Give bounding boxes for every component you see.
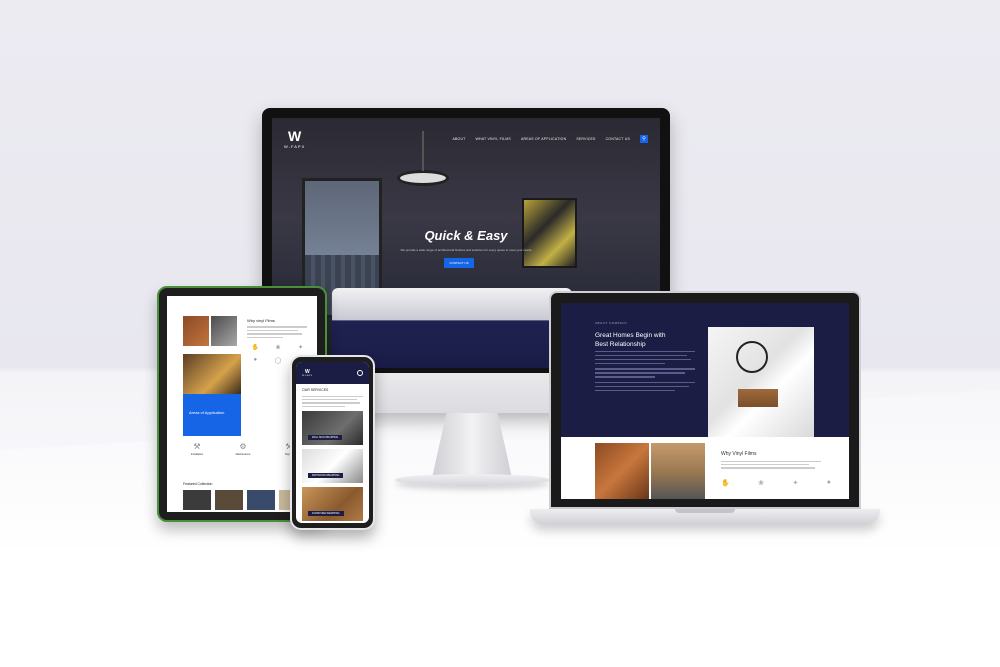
leaf-icon: ❀ (275, 345, 281, 351)
laptop-screen: ABOUT COMPANY Great Homes Begin with Bes… (561, 303, 849, 499)
monitor-stand-base (395, 474, 550, 486)
tablet-featured-title: Featured Collection (183, 482, 213, 486)
tablet-service-label: Maintenance (235, 453, 251, 456)
desktop-nav: ABOUT WHAT VINYL FILMS AREAS OF APPLICAT… (452, 135, 648, 143)
desktop-logo[interactable]: W W-FAPX (284, 129, 305, 149)
why-wood-image-2 (651, 443, 705, 499)
why-wood-image-1 (595, 443, 649, 499)
nav-item-about[interactable]: ABOUT (452, 137, 465, 141)
about-kicker: ABOUT COMPANY (595, 321, 628, 325)
phone-card-label: WALL SKIN WRAPPING (308, 434, 343, 440)
nav-item-areas[interactable]: AREAS OF APPLICATION (521, 137, 566, 141)
phone-section-text (296, 396, 369, 407)
phone-logo[interactable]: W W-FAPX (302, 368, 313, 377)
swatch[interactable] (247, 490, 275, 510)
tablet-wood-image (183, 316, 209, 346)
leaf-icon: ❀ (758, 480, 765, 487)
hand-icon: ✋ (721, 480, 730, 487)
phone-service-card[interactable]: FURNITURE WRAPPING (302, 486, 363, 521)
gear-icon: ⚙ (239, 442, 247, 451)
drop-icon: ● (826, 479, 831, 486)
why-vinyl-icons: ✋ ❀ ✦ ● (721, 479, 831, 487)
about-bathroom-image (708, 327, 814, 437)
phone-service-card[interactable]: WALL SKIN WRAPPING (302, 410, 363, 445)
hero-subtitle: We provide a wide range of architectural… (400, 248, 532, 252)
tablet-swatches (183, 490, 307, 510)
tablet-services: ⚒ Installation ⚙ Maintenance ⚒ Repair (183, 442, 303, 456)
logo-mark: W (304, 368, 310, 375)
about-headline: Great Homes Begin with Best Relationship (595, 331, 695, 349)
phone: W W-FAPX OUR SERVICES WALL SKIN WRAPPING… (290, 355, 375, 530)
swatch[interactable] (215, 490, 243, 510)
tablet-areas-card[interactable]: Areas of Application (183, 394, 241, 436)
swatch[interactable] (183, 490, 211, 510)
shield-icon: ◯ (274, 358, 282, 364)
tablet-service-label: Installation (190, 453, 204, 456)
tablet-room-image (183, 354, 241, 394)
nav-item-services[interactable]: SERVICES (576, 137, 595, 141)
about-headline-line-1: Great Homes Begin with (595, 332, 666, 339)
phone-header: W W-FAPX (296, 362, 369, 384)
hero-contact-button[interactable]: CONTACT US (444, 258, 474, 268)
search-icon[interactable]: ⚲ (640, 135, 648, 143)
sparkle-icon: ✦ (792, 480, 799, 487)
tablet-stone-image (211, 316, 237, 346)
tablet-service-installation[interactable]: ⚒ Installation (183, 442, 211, 456)
phone-card-label: BATHROOM WRAPPING (308, 472, 344, 478)
tablet-section-text (247, 326, 307, 340)
laptop-about-section: ABOUT COMPANY Great Homes Begin with Bes… (561, 303, 849, 437)
about-headline-line-2: Best Relationship (595, 341, 646, 349)
tablet-service-maintenance[interactable]: ⚙ Maintenance (229, 442, 257, 456)
phone-service-card[interactable]: BATHROOM WRAPPING (302, 448, 363, 483)
phone-section-title: OUR SERVICES (302, 388, 329, 392)
phone-screen: W W-FAPX OUR SERVICES WALL SKIN WRAPPING… (296, 362, 369, 523)
why-vinyl-title: Why Vinyl Films (721, 451, 757, 457)
hero-title: Quick & Easy (424, 228, 508, 243)
about-body-text (595, 351, 695, 394)
hand-icon: ✋ (251, 345, 260, 351)
logo-text: W-FAPX (302, 374, 313, 377)
menu-icon[interactable] (357, 370, 363, 376)
sparkle-icon: ✦ (298, 345, 304, 351)
phone-card-label: FURNITURE WRAPPING (308, 510, 344, 516)
desktop-header: W W-FAPX ABOUT WHAT VINYL FILMS AREAS OF… (272, 118, 660, 160)
tools-icon: ⚒ (193, 442, 201, 451)
logo-mark: W (288, 128, 302, 144)
laptop-base (530, 509, 880, 525)
tablet-section-title: Why vinyl Films (247, 318, 275, 323)
nav-item-contact[interactable]: CONTACT US (606, 137, 630, 141)
laptop: ABOUT COMPANY Great Homes Begin with Bes… (549, 291, 861, 509)
nav-item-vinyl-films[interactable]: WHAT VINYL FILMS (476, 137, 511, 141)
hero-pendant-lamp (397, 131, 449, 186)
drop-icon: ● (253, 357, 258, 363)
why-vinyl-text (721, 461, 821, 471)
logo-text: W-FAPX (284, 144, 306, 149)
